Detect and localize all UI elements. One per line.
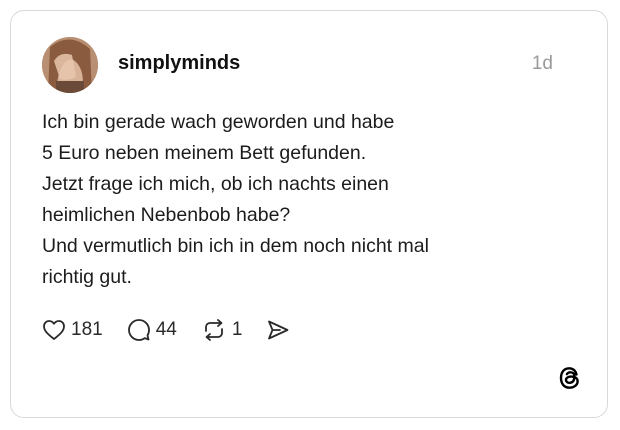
username[interactable]: simplyminds [118,52,240,75]
repost-icon [204,319,223,341]
send-icon [268,320,289,340]
repost-count: 1 [231,319,243,340]
avatar-photo-icon [42,37,98,93]
threads-logo-icon [557,365,583,391]
post-text-line: Und vermutlich bin ich in dem noch nicht… [42,235,429,257]
post-text-line: richtig gut. [42,266,132,288]
repost-button[interactable]: 1 [201,318,243,342]
like-count: 181 [71,319,103,340]
reply-button[interactable]: 44 [127,318,177,342]
like-button[interactable]: 181 [42,319,103,341]
post-text-line: Jetzt frage ich mich, ob ich nachts eine… [42,173,389,195]
post-timestamp: 1d [531,53,553,74]
post-actions: 181 44 1 [42,315,314,345]
post-text-line: heimlichen Nebenbob habe? [42,204,291,226]
post-text: Ich bin gerade wach geworden und habe 5 … [42,107,562,293]
reply-count: 44 [155,319,177,340]
post-text-line: 5 Euro neben meinem Bett gefunden. [42,142,367,164]
heart-icon [43,320,65,340]
user-avatar[interactable] [42,37,98,93]
comment-icon [127,319,150,341]
post-text-line: Ich bin gerade wach geworden und habe [42,111,395,133]
post-card: simplyminds 1d Ich bin gerade wach gewor… [10,10,608,418]
share-button[interactable] [266,319,290,341]
